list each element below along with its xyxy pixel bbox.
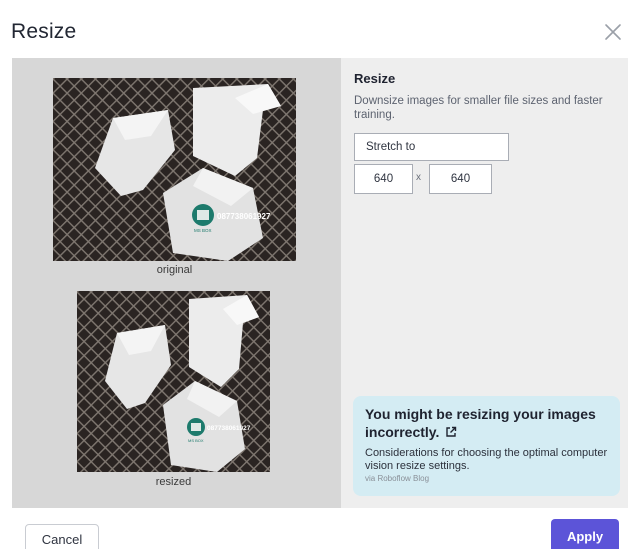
tip-source: via Roboflow Blog [365, 474, 430, 483]
resize-modal: Resize 087738061927 MS BOX original 0877… [0, 0, 634, 549]
preview-panel: 087738061927 MS BOX original 08773806192… [12, 58, 341, 508]
modal-body: 087738061927 MS BOX original 08773806192… [12, 58, 628, 508]
watermark-phone: 087738061927 [207, 425, 251, 432]
watermark-logo-text: MS BOX [194, 228, 212, 233]
tip-text: Considerations for choosing the optimal … [365, 447, 608, 472]
resized-image: 087738061927 MS BOX [77, 291, 270, 472]
tip-title-text: You might be resizing your images incorr… [365, 406, 596, 440]
watermark-logo-text: MS BOX [188, 438, 204, 443]
watermark-logo [192, 204, 214, 226]
original-caption: original [156, 264, 193, 276]
watermark-phone: 087738061927 [217, 212, 271, 221]
close-icon[interactable] [601, 20, 625, 44]
resize-tip-card[interactable]: You might be resizing your images incorr… [353, 396, 620, 496]
original-image: 087738061927 MS BOX [53, 78, 296, 261]
height-input[interactable]: 640 [429, 164, 492, 194]
cancel-button[interactable]: Cancel [25, 524, 99, 549]
external-link-icon [445, 424, 457, 437]
watermark-logo [187, 418, 205, 436]
settings-description: Downsize images for smaller file sizes a… [354, 95, 603, 121]
resized-caption: resized [155, 476, 192, 488]
apply-button[interactable]: Apply [551, 519, 619, 549]
resize-mode-select[interactable]: Stretch to [354, 133, 509, 161]
tip-title-link[interactable]: You might be resizing your images incorr… [365, 405, 615, 441]
times-symbol: x [416, 172, 421, 183]
settings-heading: Resize [354, 71, 396, 86]
width-input[interactable]: 640 [354, 164, 413, 194]
modal-title: Resize [11, 20, 77, 43]
settings-panel: Resize Downsize images for smaller file … [341, 58, 628, 508]
